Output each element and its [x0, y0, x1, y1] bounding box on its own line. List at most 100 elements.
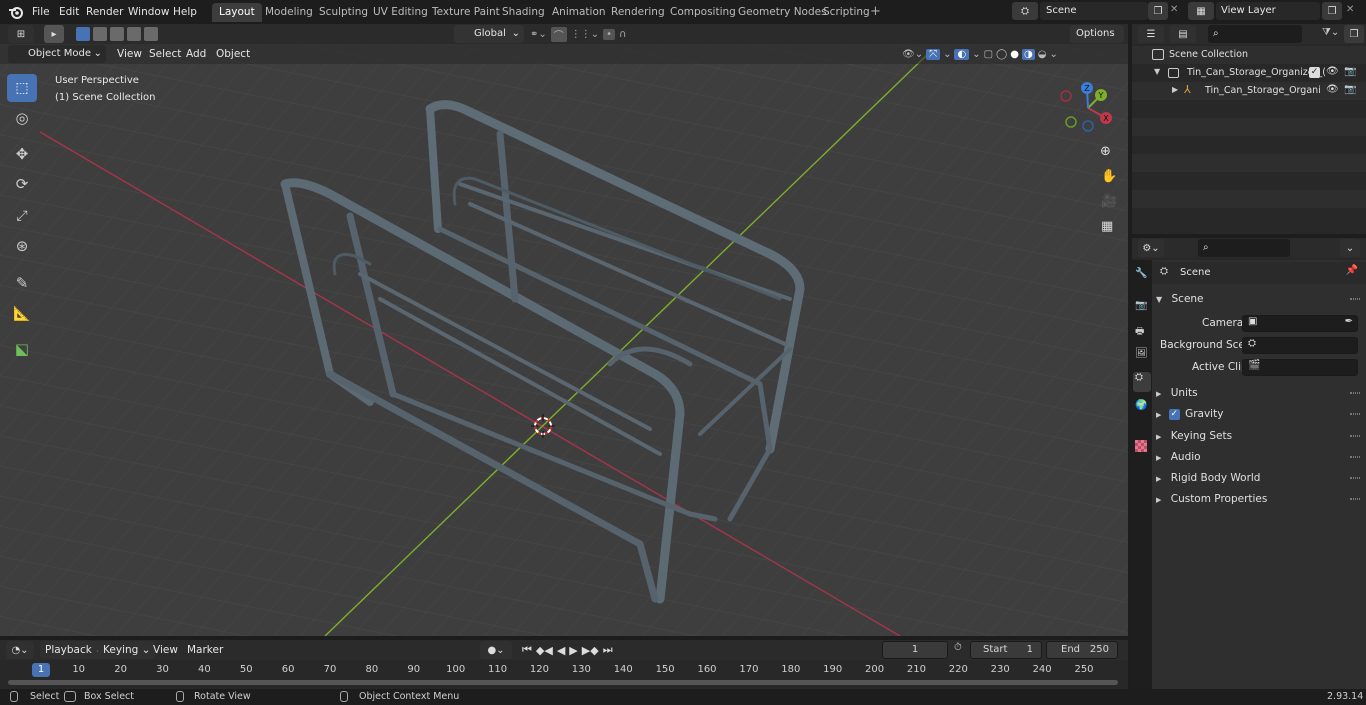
add-workspace-icon[interactable]: +: [870, 4, 881, 19]
menu-add[interactable]: Add: [181, 45, 211, 63]
drag-grip-icon[interactable]: [1350, 413, 1360, 415]
properties-search-input[interactable]: ⌕: [1198, 239, 1290, 257]
eye-icon[interactable]: 👁: [1326, 66, 1339, 77]
eyedropper-icon[interactable]: ✒: [1345, 316, 1353, 327]
menu-edit[interactable]: Edit: [56, 3, 82, 21]
navigation-gizmo[interactable]: X Y Z: [1058, 78, 1118, 138]
shading-controls[interactable]: 👁⌄ ⤧ ⌄ ◐ ⌄ ▢ ◯ ● ◑ ◒ ⌄: [902, 46, 1120, 62]
outliner-editor-type-icon[interactable]: ☰: [1138, 25, 1164, 43]
tab-rendering[interactable]: Rendering: [604, 3, 672, 22]
delete-scene-icon[interactable]: ✕: [1170, 4, 1178, 15]
filter-icon[interactable]: ⧩⌄: [1322, 27, 1339, 38]
tab-scripting[interactable]: Scripting: [816, 3, 877, 22]
gravity-panel-header[interactable]: ▶ ✓ Gravity: [1156, 404, 1360, 425]
menu-keying[interactable]: Keying ⌄: [98, 641, 156, 659]
drag-grip-icon[interactable]: [1350, 498, 1360, 500]
tool-cursor[interactable]: ◎: [7, 104, 37, 132]
tool-add-cube[interactable]: ⬕: [7, 335, 37, 363]
tab-animation[interactable]: Animation: [545, 3, 613, 22]
menu-timeline-view[interactable]: View: [148, 641, 183, 659]
output-tab-icon[interactable]: 🖶: [1135, 324, 1144, 341]
expand-right-icon[interactable]: ▶: [1172, 85, 1178, 94]
checkbox-icon[interactable]: ✓: [1309, 67, 1320, 78]
properties-editor-type-icon[interactable]: ⚙⌄: [1138, 239, 1164, 257]
options-dropdown[interactable]: Options ⌄: [1070, 25, 1124, 57]
properties-options-icon[interactable]: ⌄: [1340, 239, 1360, 257]
select-tool-icon[interactable]: ▸: [44, 25, 64, 43]
drag-grip-icon[interactable]: [1350, 456, 1360, 458]
tool-transform[interactable]: ⊛: [7, 232, 37, 260]
pivot-snap-icons[interactable]: ⚭⌄ ⌒ ⋮⋮⌄ • ∩: [530, 25, 656, 43]
audio-panel-header[interactable]: ▶ Audio: [1156, 447, 1360, 468]
editor-type-icon[interactable]: ⊞: [8, 25, 34, 43]
timeline-editor-type-icon[interactable]: ◔⌄: [6, 641, 34, 659]
tool-rotate[interactable]: ⟳: [7, 170, 37, 198]
new-collection-icon[interactable]: ❐: [1344, 25, 1364, 43]
menu-view[interactable]: View: [112, 45, 147, 63]
menu-marker[interactable]: Marker: [182, 641, 228, 659]
keying-sets-panel-header[interactable]: ▶ Keying Sets: [1156, 426, 1360, 447]
gravity-checkbox[interactable]: ✓: [1168, 408, 1180, 420]
custom-properties-panel-header[interactable]: ▶ Custom Properties: [1156, 489, 1360, 510]
new-scene-icon[interactable]: ❐: [1148, 2, 1168, 20]
eye-icon[interactable]: 👁: [1326, 84, 1339, 95]
pan-hand-icon[interactable]: ✋: [1101, 169, 1117, 184]
view-layer-tab-icon[interactable]: 🖼: [1135, 348, 1148, 359]
tab-layout[interactable]: Layout: [212, 3, 262, 22]
drag-grip-icon[interactable]: [1350, 298, 1360, 300]
transform-orientation-dropdown[interactable]: Global ⌄: [454, 25, 524, 43]
zoom-icon[interactable]: ⊕: [1100, 144, 1111, 159]
outliner-row-scene-collection[interactable]: Scene Collection: [1132, 46, 1366, 64]
rigid-body-world-panel-header[interactable]: ▶ Rigid Body World: [1156, 468, 1360, 489]
render-tab-icon[interactable]: 📷: [1135, 300, 1147, 311]
outliner-search-input[interactable]: ⌕: [1208, 25, 1302, 43]
camera-render-icon[interactable]: 📷: [1344, 66, 1356, 77]
camera-view-icon[interactable]: 🎥: [1101, 194, 1117, 209]
playback-controls[interactable]: ⏮ ◆◀ ◀ ▶ ▶◆ ⏭: [522, 641, 630, 659]
view-layer-field[interactable]: View Layer: [1216, 2, 1320, 20]
texture-tab-icon[interactable]: [1135, 440, 1147, 452]
outliner-row-object[interactable]: ▶ ⅄ Tin_Can_Storage_Organi 👁 📷: [1132, 82, 1366, 100]
tool-move[interactable]: ✥: [7, 140, 37, 168]
menu-render[interactable]: Render: [83, 3, 126, 21]
menu-window[interactable]: Window: [125, 3, 172, 21]
drag-grip-icon[interactable]: [1350, 435, 1360, 437]
drag-grip-icon[interactable]: [1350, 477, 1360, 479]
start-frame-field[interactable]: Start 1: [970, 641, 1042, 659]
scene-name-field[interactable]: Scene: [1040, 2, 1148, 20]
ortho-toggle-icon[interactable]: ▦: [1101, 219, 1113, 234]
outliner-row-collection[interactable]: ▼ Tin_Can_Storage_Organizer_( ✓ 👁 📷: [1132, 64, 1366, 82]
camera-field[interactable]: ▣ ✒: [1242, 315, 1358, 332]
selection-mode-icons[interactable]: [76, 27, 162, 41]
camera-render-icon[interactable]: 📷: [1344, 84, 1356, 95]
mode-dropdown[interactable]: Object Mode ⌄: [8, 45, 106, 63]
scene-panel-header[interactable]: ▼ Scene: [1156, 289, 1360, 310]
expand-down-icon[interactable]: ▼: [1154, 67, 1160, 76]
background-scene-field[interactable]: ⛭: [1242, 337, 1358, 354]
tool-scale[interactable]: ⤢: [7, 202, 37, 230]
timeline-scrollbar[interactable]: [8, 680, 1118, 685]
end-frame-field[interactable]: End 250: [1046, 641, 1118, 659]
active-clip-field[interactable]: 🎬: [1242, 359, 1358, 376]
scene-tab-icon[interactable]: ⛭: [1133, 372, 1151, 392]
tool-tab-icon[interactable]: 🔧: [1135, 268, 1147, 279]
tool-annotate[interactable]: ✎: [7, 269, 37, 297]
scene-selector-icon[interactable]: ⛭: [1012, 2, 1038, 20]
tool-measure[interactable]: 📐: [7, 300, 37, 328]
pin-icon[interactable]: 📌: [1346, 265, 1358, 276]
menu-object[interactable]: Object: [211, 45, 255, 63]
record-icon[interactable]: ●⌄: [480, 641, 512, 659]
delete-view-layer-icon[interactable]: ✕: [1346, 4, 1354, 15]
tab-shading[interactable]: Shading: [495, 3, 552, 22]
tool-select-box[interactable]: ⬚: [7, 74, 37, 102]
new-view-layer-icon[interactable]: ❐: [1322, 2, 1342, 20]
drag-grip-icon[interactable]: [1350, 392, 1360, 394]
world-tab-icon[interactable]: 🌍: [1135, 400, 1147, 411]
menu-help[interactable]: Help: [170, 3, 200, 21]
units-panel-header[interactable]: ▶ Units: [1156, 383, 1360, 404]
menu-file[interactable]: File: [29, 3, 53, 21]
view-layer-icon[interactable]: ▦: [1188, 2, 1214, 20]
clock-icon[interactable]: ⏱: [954, 642, 962, 653]
current-frame-field[interactable]: 1: [882, 641, 948, 659]
3d-viewport[interactable]: User Perspective (1) Scene Collection ⬚ …: [0, 44, 1128, 636]
